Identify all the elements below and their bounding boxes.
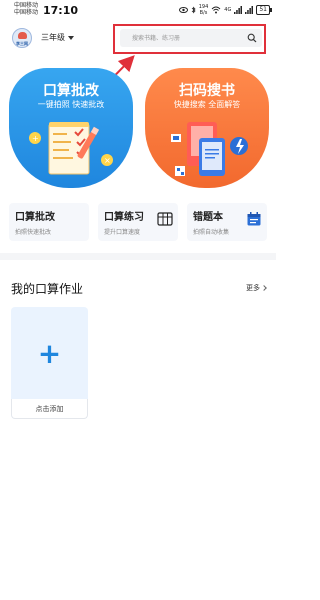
carrier-line-1: 中国移动 xyxy=(14,2,39,9)
scan-book-illustration-icon xyxy=(171,122,248,176)
oral-math-correction-card[interactable]: 口算批改 一键拍照 快速批改 + × xyxy=(9,68,133,188)
clock: 17:10 xyxy=(43,4,79,17)
practice-grid-icon xyxy=(157,212,173,226)
network-type-label: 4G xyxy=(224,7,232,13)
carrier-line-2: 中国移动 xyxy=(14,9,39,16)
add-homework-label: 点击添加 xyxy=(11,399,88,419)
card-subtitle: 快捷搜索 全面解答 xyxy=(173,100,241,109)
calendar-icon xyxy=(247,212,261,226)
search-bar[interactable] xyxy=(120,29,262,47)
signal-icon xyxy=(234,6,243,14)
tool-title: 错题本 xyxy=(193,212,223,223)
status-bar: 中国移动 中国移动 17:10 194 B/s 4G 51 xyxy=(0,0,276,22)
tool-title: 口算练习 xyxy=(104,212,144,223)
logo-mascot-icon xyxy=(17,32,27,39)
tools-row: 口算批改 拍照快速批改 口算练习 提升口算速度 错题本 拍照自动收集 xyxy=(9,203,276,241)
search-icon[interactable] xyxy=(247,33,257,43)
more-link[interactable]: 更多 xyxy=(246,283,267,293)
tool-oral-practice[interactable]: 口算练习 提升口算速度 xyxy=(98,203,178,241)
search-input[interactable] xyxy=(132,29,244,47)
eye-icon xyxy=(178,7,188,13)
tool-title: 口算批改 xyxy=(15,212,55,223)
card-title: 口算批改 xyxy=(43,83,99,99)
signal-icon-2 xyxy=(245,6,254,14)
svg-text:+: + xyxy=(32,134,39,143)
plus-icon: + xyxy=(37,336,62,370)
app-logo[interactable]: 李三网 xyxy=(12,28,32,48)
network-speed-unit: B/s xyxy=(199,10,208,16)
caret-down-icon xyxy=(68,35,74,40)
homework-check-illustration-icon: + × xyxy=(29,122,113,175)
bluetooth-icon xyxy=(191,6,196,14)
tool-subtitle: 拍照快速批改 xyxy=(15,229,52,236)
tool-oral-correction[interactable]: 口算批改 拍照快速批改 xyxy=(9,203,89,241)
section-divider xyxy=(0,253,276,260)
wifi-icon xyxy=(211,6,221,14)
logo-text: 李三网 xyxy=(16,41,28,46)
network-speed: 194 B/s xyxy=(199,4,209,16)
carrier-info: 中国移动 中国移动 xyxy=(14,2,38,16)
homework-section-title: 我的口算作业 xyxy=(11,282,84,296)
card-title: 扫码搜书 xyxy=(179,83,235,99)
tool-subtitle: 提升口算速度 xyxy=(104,229,141,236)
status-icons: 194 B/s 4G 51 xyxy=(178,4,272,16)
chevron-right-icon xyxy=(261,285,267,291)
grade-label: 三年级 xyxy=(41,33,65,42)
svg-text:×: × xyxy=(104,156,111,165)
more-label: 更多 xyxy=(246,284,260,292)
tool-mistake-book[interactable]: 错题本 拍照自动收集 xyxy=(187,203,267,241)
battery-indicator: 51 xyxy=(256,5,272,15)
grade-selector[interactable]: 三年级 xyxy=(41,32,74,43)
tool-subtitle: 拍照自动收集 xyxy=(193,229,230,236)
card-subtitle: 一键拍照 快速批改 xyxy=(37,100,105,109)
scan-book-search-card[interactable]: 扫码搜书 快捷搜索 全面解答 xyxy=(145,68,269,188)
add-homework-card[interactable]: + 点击添加 xyxy=(11,307,88,419)
